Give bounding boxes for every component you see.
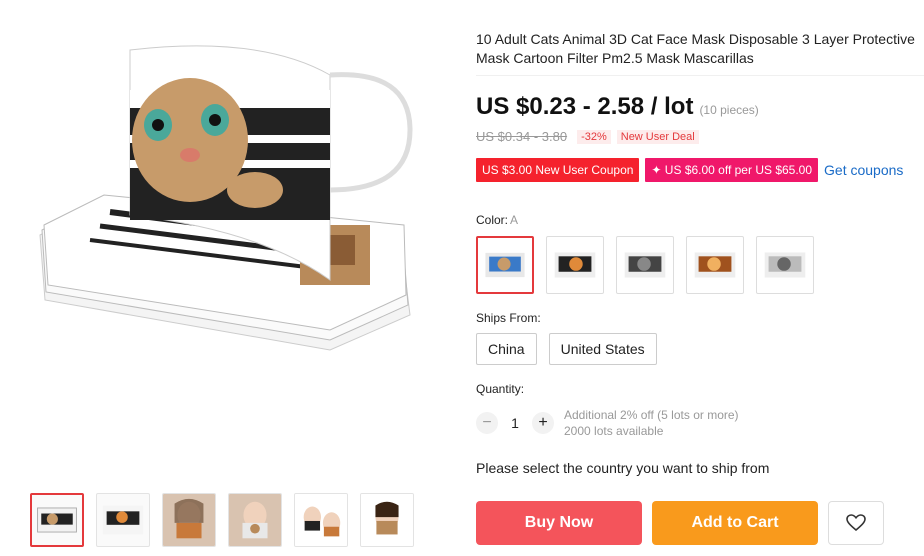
thumbnail[interactable] <box>294 493 348 547</box>
thumbnail-list <box>30 493 414 547</box>
ship-country-note: Please select the country you want to sh… <box>476 460 770 476</box>
color-option-b[interactable] <box>546 236 604 294</box>
ship-option-united-states[interactable]: United States <box>548 333 657 365</box>
pieces-count: (10 pieces) <box>699 103 759 117</box>
thumbnail[interactable] <box>360 493 414 547</box>
color-option-c[interactable] <box>616 236 674 294</box>
thumbnail[interactable] <box>162 493 216 547</box>
quantity-stepper: − 1 + Additional 2% off (5 lots or more)… <box>476 407 739 439</box>
new-user-coupon[interactable]: US $3.00 New User Coupon <box>476 158 640 182</box>
ship-option-china[interactable]: China <box>476 333 537 365</box>
price: US $0.23 - 2.58 / lot <box>476 93 694 120</box>
quantity-value[interactable]: 1 <box>498 415 532 431</box>
quantity-note: Additional 2% off (5 lots or more) 2000 … <box>564 407 739 439</box>
thumbnail[interactable] <box>228 493 282 547</box>
color-option-a[interactable] <box>476 236 534 294</box>
color-label-text: Color: <box>476 213 509 227</box>
main-product-image[interactable] <box>30 30 430 360</box>
discount-badge: -32% <box>577 129 611 144</box>
heart-icon <box>846 514 866 532</box>
quantity-label: Quantity: <box>476 382 525 396</box>
ships-from-label: Ships From: <box>476 311 541 325</box>
divider <box>476 75 924 76</box>
price-row: US $0.23 - 2.58 / lot (10 pieces) <box>476 93 759 121</box>
original-price: US $0.34 - 3.80 <box>476 129 568 144</box>
ships-from-options: China United States <box>476 333 657 365</box>
quantity-decrease-button[interactable]: − <box>476 412 498 434</box>
store-coupon[interactable]: ✦ US $6.00 off per US $65.00 <box>645 158 819 182</box>
product-title: 10 Adult Cats Animal 3D Cat Face Mask Di… <box>476 31 915 66</box>
original-price-row: US $0.34 - 3.80 -32% New User Deal <box>476 129 699 144</box>
action-buttons: Buy Now Add to Cart <box>476 501 884 545</box>
wishlist-button[interactable] <box>828 501 884 545</box>
product-gallery <box>0 0 460 556</box>
color-label: Color: A <box>476 213 518 227</box>
color-options <box>476 236 814 294</box>
color-selected-value: A <box>510 213 519 227</box>
color-option-e[interactable] <box>756 236 814 294</box>
get-coupons-link[interactable]: Get coupons <box>824 162 903 178</box>
new-user-deal-badge: New User Deal <box>616 129 699 144</box>
quantity-increase-button[interactable]: + <box>532 412 554 434</box>
thumbnail[interactable] <box>96 493 150 547</box>
coupon-row: US $3.00 New User Coupon ✦ US $6.00 off … <box>476 158 903 182</box>
thumbnail[interactable] <box>30 493 84 547</box>
bulk-discount-note: Additional 2% off (5 lots or more) <box>564 408 739 422</box>
add-to-cart-button[interactable]: Add to Cart <box>652 501 818 545</box>
color-option-d[interactable] <box>686 236 744 294</box>
buy-now-button[interactable]: Buy Now <box>476 501 642 545</box>
stock-available: 2000 lots available <box>564 424 664 438</box>
